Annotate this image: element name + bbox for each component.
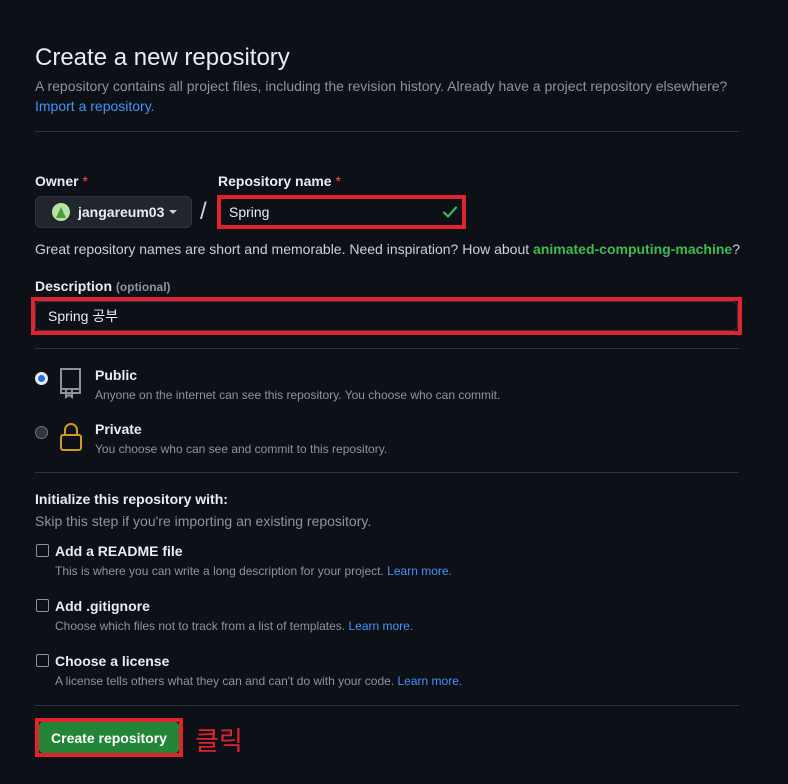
page-subtitle: A repository contains all project files,… bbox=[35, 78, 728, 94]
avatar bbox=[52, 203, 70, 221]
initialize-title: Initialize this repository with: bbox=[35, 491, 228, 507]
caret-down-icon bbox=[169, 210, 178, 214]
learn-more-link[interactable]: Learn more. bbox=[387, 564, 452, 578]
owner-name: jangareum03 bbox=[78, 204, 165, 220]
public-label: Public bbox=[95, 367, 138, 383]
name-suggestion-link[interactable]: animated-computing-machine bbox=[533, 241, 732, 257]
repository-name-input[interactable] bbox=[225, 199, 462, 225]
add-readme-checkbox[interactable] bbox=[36, 544, 49, 557]
repo-icon bbox=[60, 368, 81, 399]
private-radio[interactable] bbox=[35, 426, 48, 439]
owner-select[interactable]: jangareum03 bbox=[35, 196, 192, 228]
lock-icon bbox=[60, 423, 82, 451]
divider bbox=[35, 348, 739, 349]
page-title: Create a new repository bbox=[35, 44, 290, 71]
description-input[interactable] bbox=[35, 301, 738, 331]
learn-more-link[interactable]: Learn more. bbox=[348, 619, 413, 633]
divider bbox=[35, 472, 739, 473]
add-gitignore-checkbox[interactable] bbox=[36, 599, 49, 612]
divider bbox=[35, 705, 739, 706]
choose-license-label: Choose a license bbox=[55, 653, 170, 669]
click-annotation: 클릭 bbox=[195, 726, 243, 756]
check-icon bbox=[442, 206, 458, 218]
choose-license-checkbox[interactable] bbox=[36, 654, 49, 667]
add-readme-description: This is where you can write a long descr… bbox=[55, 564, 452, 578]
choose-license-description: A license tells others what they can and… bbox=[55, 674, 463, 688]
description-label: Description (optional) bbox=[35, 278, 171, 294]
create-repository-button[interactable]: Create repository bbox=[39, 722, 179, 753]
add-gitignore-description: Choose which files not to track from a l… bbox=[55, 619, 414, 633]
public-description: Anyone on the internet can see this repo… bbox=[95, 388, 501, 402]
repository-name-hint: Great repository names are short and mem… bbox=[35, 241, 740, 257]
private-label: Private bbox=[95, 421, 142, 437]
public-radio[interactable] bbox=[35, 372, 48, 385]
owner-repo-separator: / bbox=[200, 198, 207, 225]
repository-name-label: Repository name * bbox=[218, 173, 341, 189]
import-repository-link[interactable]: Import a repository. bbox=[35, 98, 155, 114]
divider bbox=[35, 131, 739, 132]
owner-label: Owner * bbox=[35, 173, 88, 189]
private-description: You choose who can see and commit to thi… bbox=[95, 442, 388, 456]
add-readme-label: Add a README file bbox=[55, 543, 183, 559]
learn-more-link[interactable]: Learn more. bbox=[398, 674, 463, 688]
add-gitignore-label: Add .gitignore bbox=[55, 598, 150, 614]
initialize-subtitle: Skip this step if you're importing an ex… bbox=[35, 513, 372, 529]
